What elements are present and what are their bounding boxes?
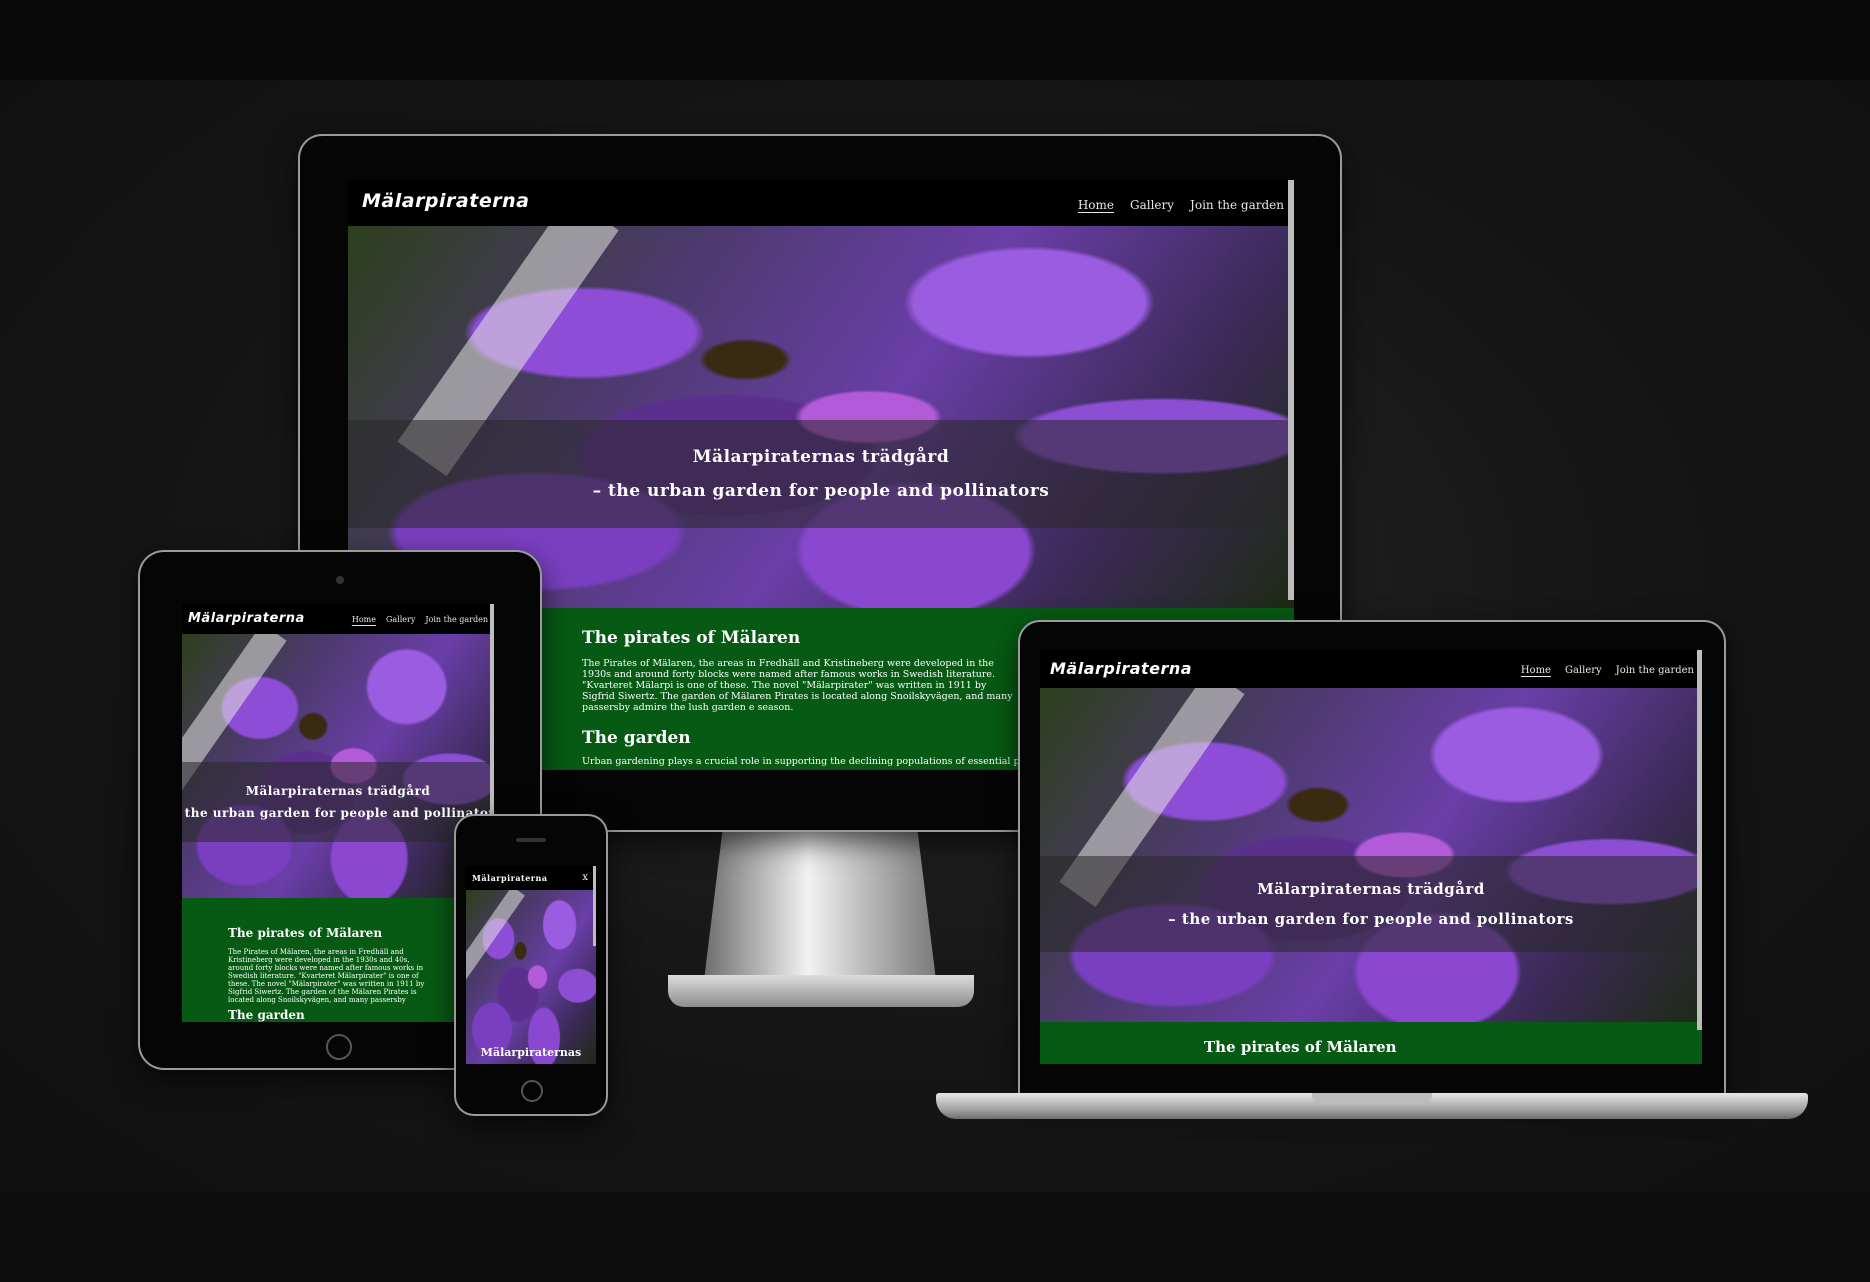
laptop-notch [1312, 1093, 1432, 1103]
desktop-hero-image: Mälarpiraternas trädgård – the urban gar… [348, 226, 1294, 608]
desktop-section2-title: The garden [582, 728, 691, 748]
laptop-hero-title: Mälarpiraternas trädgård [1257, 880, 1485, 898]
phone-speaker [516, 838, 546, 842]
tablet-hero-image: Mälarpiraternas trädgård – the urban gar… [182, 634, 494, 898]
desktop-nav-join[interactable]: Join the garden [1190, 198, 1284, 212]
phone-screen: Mälarpiraterna x Mälarpiraternas [466, 866, 596, 1064]
phone-logo[interactable]: Mälarpiraterna [472, 873, 548, 883]
laptop-hero-image: Mälarpiraternas trädgård – the urban gar… [1040, 688, 1702, 1022]
laptop-screen: Mälarpiraterna Home Gallery Join the gar… [1040, 650, 1702, 1064]
desktop-section-text: The Pirates of Mälaren, the areas in Fre… [582, 658, 1013, 713]
tablet-home-button[interactable] [326, 1034, 352, 1060]
laptop-nav-links: Home Gallery Join the garden [1521, 665, 1694, 676]
monitor-stand-base [668, 975, 974, 1007]
desktop-scrollbar[interactable] [1288, 180, 1294, 600]
bottom-band [0, 1192, 1870, 1282]
tablet-nav-join[interactable]: Join the garden [425, 615, 488, 624]
desktop-section-title: The pirates of Mälaren [582, 628, 801, 648]
desktop-nav-links: Home Gallery Join the garden [1078, 198, 1284, 212]
desktop-hero-title: Mälarpiraternas trädgård [692, 447, 950, 467]
tablet-section-title: The pirates of Mälaren [228, 926, 383, 940]
laptop-section-title: The pirates of Mälaren [1204, 1038, 1397, 1056]
laptop-content: The pirates of Mälaren [1040, 1022, 1702, 1064]
laptop-hero-caption: Mälarpiraternas trädgård – the urban gar… [1040, 856, 1702, 952]
phone-close-button[interactable]: x [582, 872, 588, 883]
monitor-stand-neck [704, 830, 936, 980]
tablet-content: The pirates of Mälaren The Pirates of Mä… [182, 898, 494, 1022]
tablet-section2-title: The garden [228, 1008, 305, 1022]
laptop-hero-subtitle: – the urban garden for people and pollin… [1168, 910, 1574, 928]
tablet-hero-title: Mälarpiraternas trädgård [245, 784, 431, 798]
tablet-navbar: Mälarpiraterna Home Gallery Join the gar… [182, 604, 494, 635]
tablet-nav-links: Home Gallery Join the garden [352, 615, 488, 624]
tablet-screen: Mälarpiraterna Home Gallery Join the gar… [182, 604, 494, 1022]
tablet-hero-subtitle: – the urban garden for people and pollin… [182, 806, 494, 820]
desktop-nav-home[interactable]: Home [1078, 198, 1114, 212]
phone-home-button[interactable] [521, 1080, 543, 1102]
laptop-nav-gallery[interactable]: Gallery [1565, 665, 1602, 676]
hero-fence-stripe [466, 890, 525, 994]
top-band [0, 0, 1870, 80]
laptop-logo[interactable]: Mälarpiraterna [1050, 659, 1192, 678]
desktop-logo[interactable]: Mälarpiraterna [362, 190, 529, 212]
desktop-hero-caption: Mälarpiraternas trädgård – the urban gar… [348, 420, 1294, 528]
laptop-scrollbar[interactable] [1697, 650, 1702, 1030]
tablet-hero-caption: Mälarpiraternas trädgård – the urban gar… [182, 762, 494, 842]
desktop-nav-gallery[interactable]: Gallery [1130, 198, 1174, 212]
desktop-hero-subtitle: – the urban garden for people and pollin… [592, 481, 1050, 501]
laptop-nav-home[interactable]: Home [1521, 665, 1551, 676]
phone-navbar: Mälarpiraterna x [466, 866, 596, 891]
tablet-nav-home[interactable]: Home [352, 615, 376, 624]
phone-hero-title: Mälarpiraternas [480, 1046, 582, 1059]
phone-scrollbar[interactable] [593, 866, 596, 946]
laptop-navbar: Mälarpiraterna Home Gallery Join the gar… [1040, 650, 1702, 689]
tablet-camera [336, 576, 344, 584]
phone-hero-image: Mälarpiraternas [466, 890, 596, 1064]
tablet-logo[interactable]: Mälarpiraterna [188, 611, 305, 626]
tablet-nav-gallery[interactable]: Gallery [386, 615, 415, 624]
desktop-navbar: Mälarpiraterna Home Gallery Join the gar… [348, 180, 1294, 227]
desktop-section2-text: Urban gardening plays a crucial role in … [582, 756, 1035, 767]
laptop-nav-join[interactable]: Join the garden [1616, 665, 1694, 676]
tablet-section-text: The Pirates of Mälaren, the areas in Fre… [228, 948, 425, 1004]
